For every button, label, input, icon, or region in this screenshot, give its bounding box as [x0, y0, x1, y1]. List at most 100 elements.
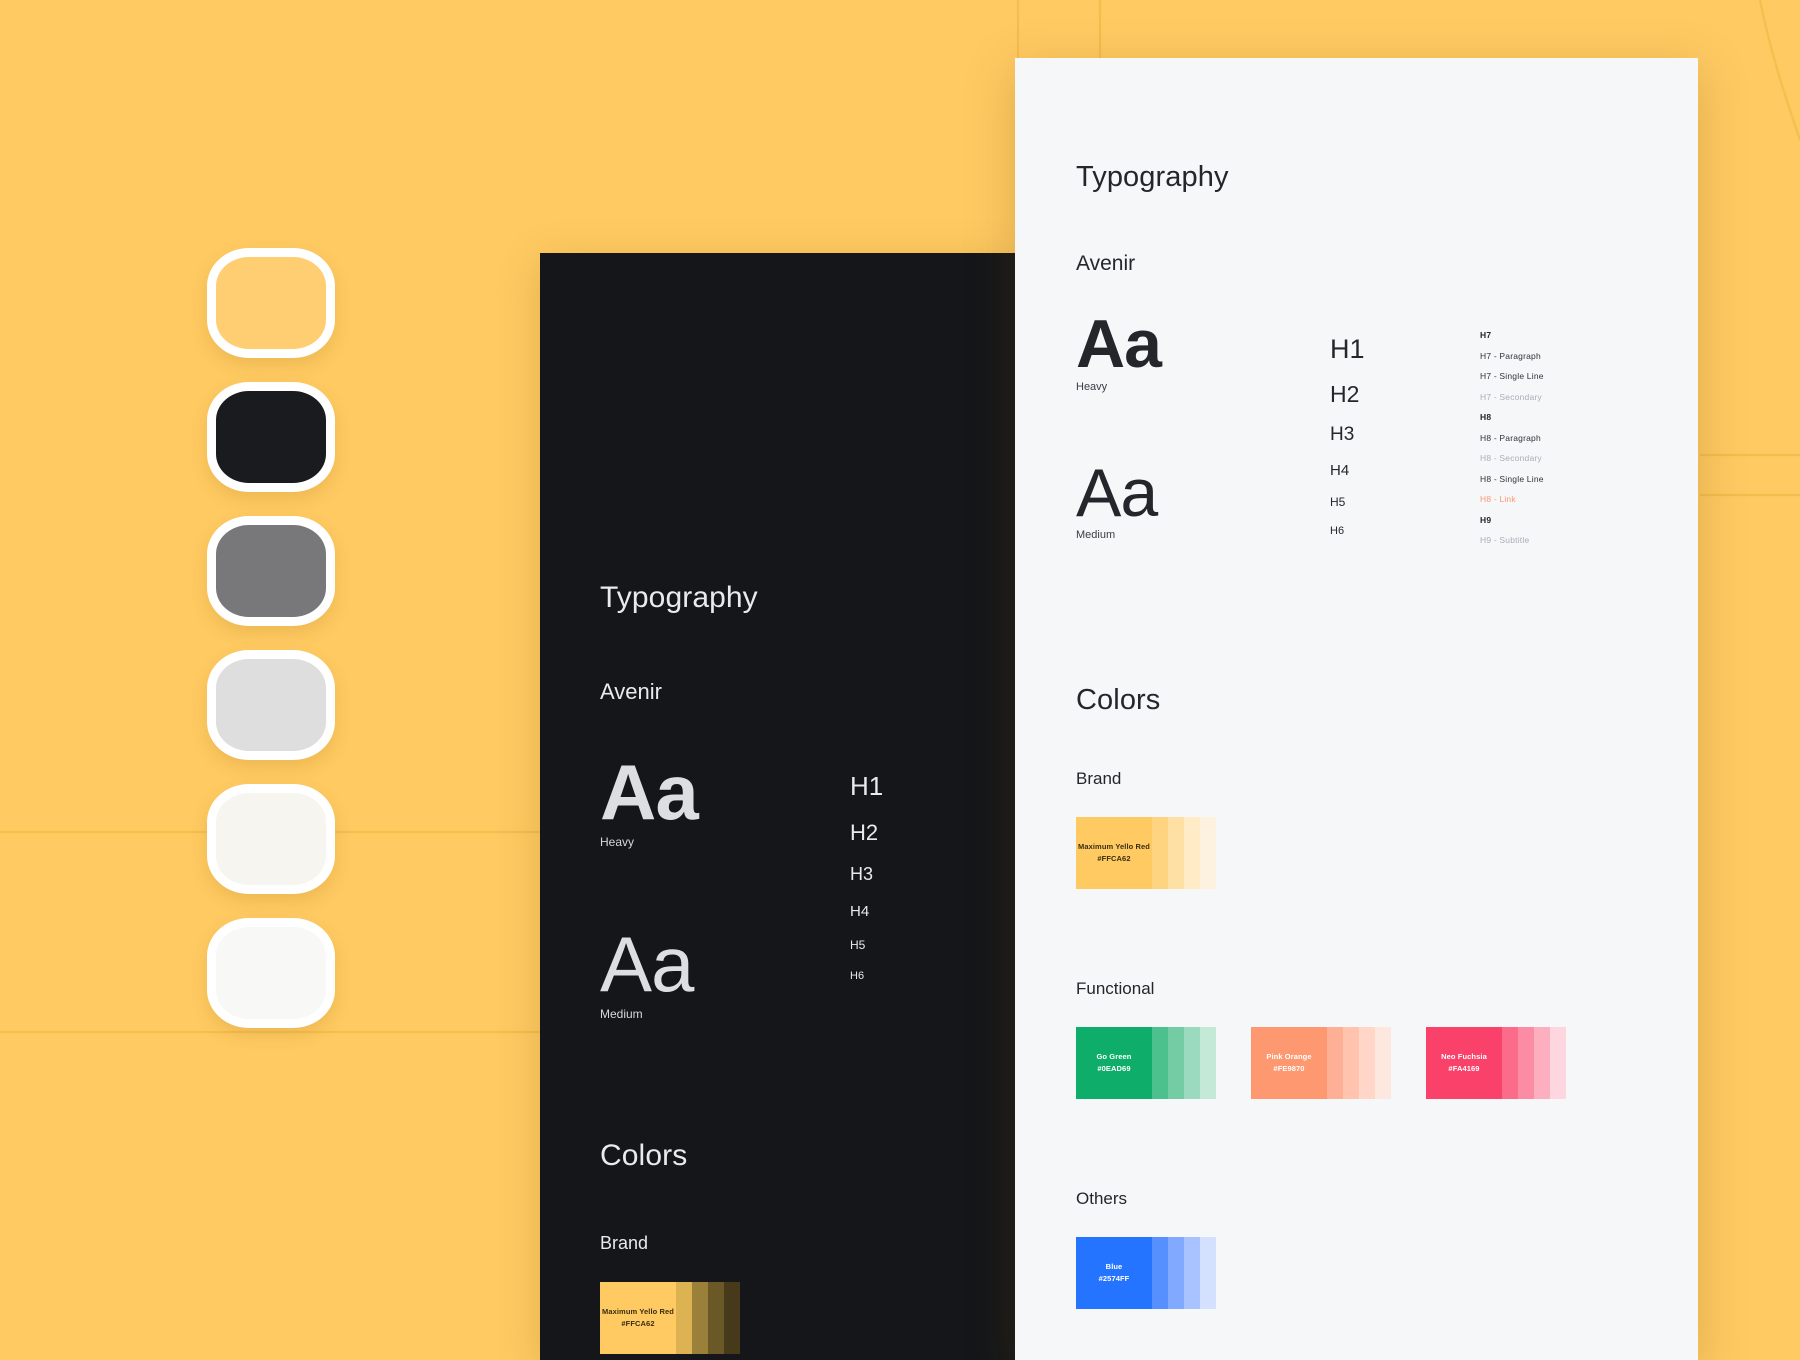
palette-base-swatch: Neo Fuchsia #FA4169	[1426, 1026, 1502, 1099]
palette-base-swatch: Maximum Yello Red #FFCA62	[1076, 816, 1152, 889]
dark-brand-title: Brand	[600, 1232, 649, 1253]
palette-base-swatch: Go Green #0EAD69	[1076, 1026, 1152, 1099]
color-palette-go-green: Go Green #0EAD69	[1076, 1026, 1216, 1099]
palette-tint-2	[1168, 816, 1184, 889]
light-typography-title: Typography	[1076, 161, 1229, 193]
color-palette-maximum-yello-red: Maximum Yello Red #FFCA62	[600, 1281, 740, 1354]
palette-color-hex: #FFCA62	[1097, 854, 1131, 863]
palette-tint-2	[1518, 1026, 1534, 1099]
palette-color-hex: #0EAD69	[1097, 1064, 1131, 1073]
light-others-title: Others	[1076, 1188, 1128, 1208]
specimen-weight-label: Heavy	[1076, 380, 1108, 393]
palette-color-name: Neo Fuchsia	[1441, 1052, 1487, 1061]
palette-tint-2	[1168, 1026, 1184, 1099]
light-micro-scale-list: H7 H7 - Paragraph H7 - Single Line H7 - Sec…	[1480, 312, 1650, 556]
type-scale-h4: H4	[1330, 462, 1350, 479]
type-scale-h6: H6	[1330, 525, 1345, 537]
light-style-sheet-panel: Typography Avenir Aa Heavy Aa Medium H1 H2 H3…	[1015, 58, 1698, 1360]
squircle-light-gray	[207, 650, 335, 760]
color-palette-maximum-yello-red: Maximum Yello Red #FFCA62	[1076, 816, 1216, 889]
dark-style-sheet-panel: Typography Avenir Aa Heavy Aa Medium H1 H2 H3…	[540, 253, 1015, 1360]
type-scale-h5: H5	[850, 938, 866, 952]
palette-tint-3	[1184, 816, 1200, 889]
squircle-near-black	[207, 382, 335, 492]
palette-color-hex: #FA4169	[1448, 1064, 1480, 1073]
type-scale-h6: H6	[850, 970, 865, 982]
palette-color-hex: #2574FF	[1098, 1274, 1130, 1283]
palette-base-swatch: Blue #2574FF	[1076, 1236, 1152, 1309]
dark-specimen-row: Aa Heavy Aa Medium H1 H2 H3 H4 H5 H6	[600, 748, 1015, 1021]
light-font-family-name: Avenir	[1076, 252, 1136, 275]
palette-tint-1	[1327, 1026, 1343, 1099]
micro-scale-h8-link[interactable]: H8 - Link	[1480, 494, 1650, 504]
type-scale-h2: H2	[1330, 381, 1360, 407]
light-functional-palette-row: Go Green #0EAD69 Pink Orange #FE9870 Neo Fuc…	[1076, 1026, 1656, 1099]
palette-base-swatch: Pink Orange #FE9870	[1251, 1026, 1327, 1099]
palette-tint-3	[1184, 1026, 1200, 1099]
specimen-weight-label: Medium	[1076, 529, 1116, 542]
light-functional-title: Functional	[1076, 978, 1155, 998]
micro-scale-h9: H9	[1480, 514, 1492, 525]
specimen-heavy: Aa Heavy	[1076, 306, 1330, 393]
type-scale-h1: H1	[850, 771, 884, 801]
micro-scale-h8-secondary: H8 - Secondary	[1480, 453, 1542, 463]
light-type-scale-list: H1 H2 H3 H4 H5 H6	[1330, 312, 1480, 556]
dark-brand-palette-row: Maximum Yello Red #FFCA62	[600, 1281, 1015, 1354]
palette-tint-2	[1343, 1026, 1359, 1099]
type-scale-h5: H5	[1330, 495, 1346, 509]
specimen-glyph: Aa	[1076, 306, 1162, 382]
palette-base-swatch: Maximum Yello Red #FFCA62	[600, 1281, 676, 1354]
palette-tint-3	[1184, 1236, 1200, 1309]
dark-specimen-list: Aa Heavy Aa Medium	[600, 748, 850, 1021]
palette-tint-4	[1550, 1026, 1566, 1099]
specimen-weight-label: Heavy	[600, 834, 635, 849]
palette-tint-2	[692, 1281, 708, 1354]
palette-color-hex: #FFCA62	[621, 1319, 655, 1328]
palette-color-hex: #FE9870	[1273, 1064, 1305, 1073]
palette-tint-4	[1200, 816, 1216, 889]
palette-color-name: Blue	[1105, 1262, 1123, 1271]
specimen-glyph: Aa	[1076, 454, 1158, 531]
palette-color-name: Pink Orange	[1266, 1052, 1312, 1061]
type-scale-h4: H4	[850, 903, 870, 920]
specimen-glyph: Aa	[600, 748, 699, 836]
light-brand-palette-row: Maximum Yello Red #FFCA62	[1076, 816, 1656, 889]
light-specimen-list: Aa Heavy Aa Medium	[1076, 306, 1330, 556]
palette-color-name: Maximum Yello Red	[1077, 842, 1150, 851]
specimen-glyph: Aa	[600, 919, 694, 1008]
specimen-weight-label: Medium	[600, 1006, 643, 1021]
color-palette-blue: Blue #2574FF	[1076, 1236, 1216, 1309]
style-guide-canvas: Typography Avenir Aa Heavy Aa Medium H1 H2 H3…	[0, 0, 1800, 1360]
palette-tint-1	[1152, 816, 1168, 889]
light-colors-title: Colors	[1076, 683, 1161, 716]
light-brand-title: Brand	[1076, 768, 1122, 788]
squircle-brand-yellow	[207, 248, 335, 358]
specimen-medium: Aa Medium	[600, 919, 850, 1021]
palette-tint-1	[1152, 1026, 1168, 1099]
palette-tint-4	[1200, 1236, 1216, 1309]
micro-scale-h9-subtitle: H9 - Subtitle	[1480, 535, 1530, 545]
specimen-heavy: Aa Heavy	[600, 748, 850, 849]
palette-tint-1	[1152, 1236, 1168, 1309]
palette-tint-4	[724, 1281, 740, 1354]
swatch-column	[207, 248, 335, 1028]
type-scale-h3: H3	[1330, 424, 1355, 445]
palette-tint-3	[1359, 1026, 1375, 1099]
type-scale-h2: H2	[850, 820, 879, 845]
micro-scale-h7-paragraph: H7 - Paragraph	[1480, 350, 1541, 361]
type-scale-h1: H1	[1330, 334, 1365, 364]
palette-tint-3	[1534, 1026, 1550, 1099]
micro-scale-h8: H8	[1480, 412, 1492, 422]
palette-tint-4	[1375, 1026, 1391, 1099]
squircle-white	[207, 918, 335, 1028]
squircle-off-white	[207, 784, 335, 894]
dark-font-family-name: Avenir	[600, 679, 662, 704]
palette-color-name: Maximum Yello Red	[601, 1307, 674, 1316]
palette-tint-2	[1168, 1236, 1184, 1309]
palette-tint-4	[1200, 1026, 1216, 1099]
palette-tint-3	[708, 1281, 724, 1354]
light-specimen-row: Aa Heavy Aa Medium H1 H2 H3 H4 H5 H6 H7 H7 - Para…	[1076, 306, 1656, 556]
color-palette-neo-fuchsia: Neo Fuchsia #FA4169	[1426, 1026, 1566, 1099]
light-others-palette-row: Blue #2574FF	[1076, 1236, 1656, 1309]
palette-tint-1	[676, 1281, 692, 1354]
